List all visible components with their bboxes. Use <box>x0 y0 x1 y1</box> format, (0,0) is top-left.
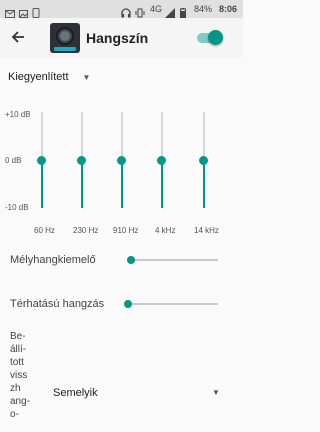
reverb-label-text: Be- állí- tott viss zh ang- o- <box>10 331 31 420</box>
reverb-label: Be- állí- tott viss zh ang- o- <box>10 330 42 421</box>
speaker-icon <box>50 23 80 53</box>
status-bar: 4G 84% 8:06 <box>0 0 243 19</box>
equalizer-enable-toggle[interactable] <box>197 29 223 47</box>
eq-band-thumb[interactable] <box>199 155 208 165</box>
eq-band-label: 230 Hz <box>73 226 99 235</box>
db-max-label: +10 dB <box>5 110 31 119</box>
virtualizer-label: Térhatású hangzás <box>10 298 105 310</box>
bass-boost-slider[interactable] <box>131 259 218 261</box>
virtualizer-slider[interactable] <box>128 303 218 305</box>
db-min-label: -10 dB <box>5 203 29 212</box>
eq-band-thumb[interactable] <box>37 155 46 165</box>
bass-boost-thumb[interactable] <box>127 256 135 264</box>
reverb-dropdown[interactable]: Semelyik <box>53 386 98 400</box>
eq-band-thumb[interactable] <box>157 155 166 165</box>
network-type: 4G <box>150 4 163 14</box>
eq-band-label: 910 Hz <box>113 226 139 235</box>
bass-boost-label: Mélyhangkiemelő <box>10 254 96 266</box>
app-bar: Hangszín <box>0 18 243 58</box>
dropdown-arrow-icon[interactable]: ▼ <box>212 388 220 397</box>
eq-band-label: 14 kHz <box>194 226 219 235</box>
virtualizer-thumb[interactable] <box>124 300 132 308</box>
db-mid-label: 0 dB <box>5 156 22 165</box>
arrow-back-icon[interactable] <box>11 27 25 44</box>
preset-dropdown[interactable]: Kiegyenlített ▼ <box>8 67 90 87</box>
eq-band-label: 60 Hz <box>34 226 55 235</box>
dropdown-arrow-icon: ▼ <box>82 73 91 82</box>
battery-percent: 84% <box>194 4 213 14</box>
eq-band-thumb[interactable] <box>77 155 86 165</box>
clock: 8:06 <box>219 4 238 14</box>
eq-band-thumb[interactable] <box>117 155 126 165</box>
eq-band-label: 4 kHz <box>155 226 176 235</box>
reverb-value: Semelyik <box>53 387 98 399</box>
page-title: Hangszín <box>86 30 149 46</box>
preset-value: Kiegyenlített <box>8 71 69 83</box>
